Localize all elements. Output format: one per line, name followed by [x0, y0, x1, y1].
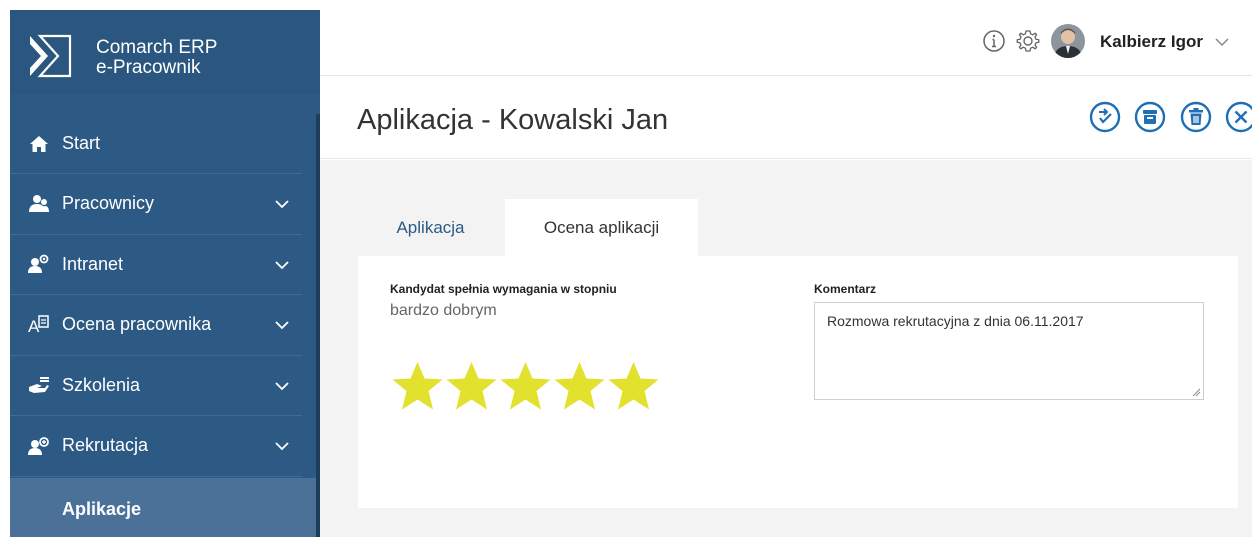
svg-text:A: A [28, 317, 40, 336]
avatar[interactable] [1051, 24, 1085, 58]
sidebar-item-rekrutacja[interactable]: Rekrutacja [10, 416, 302, 477]
chevron-down-icon [275, 260, 289, 269]
comment-textarea[interactable]: Rozmowa rekrutacyjna z dnia 06.11.2017 [814, 302, 1204, 400]
comment-label: Komentarz [814, 282, 877, 296]
sidebar-item-start[interactable]: Start [10, 114, 302, 174]
sidebar-item-label: Szkolenia [62, 374, 141, 395]
top-bar: Kalbierz Igor [320, 10, 1252, 76]
chevron-down-icon [275, 321, 289, 330]
requirement-label: Kandydat spełnia wymagania w stopniu [390, 282, 617, 296]
gear-icon[interactable] [1016, 29, 1040, 53]
send-button[interactable] [1089, 101, 1121, 133]
sidebar-item-intranet[interactable]: Intranet [10, 235, 302, 295]
recruitment-icon [28, 435, 50, 457]
close-button[interactable] [1225, 101, 1252, 133]
tab-ocena-aplikacji[interactable]: Ocena aplikacji [505, 199, 698, 256]
sidebar-subitem-aplikacje[interactable]: Aplikacje [10, 478, 316, 537]
evaluation-icon: A [28, 314, 50, 336]
page-title: Aplikacja - Kowalski Jan [357, 104, 669, 136]
grade-value: bardzo dobrym [390, 302, 497, 319]
intranet-icon [28, 253, 50, 275]
people-icon [28, 193, 50, 215]
star-filled-icon[interactable] [606, 360, 661, 412]
sidebar-item-pracownicy[interactable]: Pracownicy [10, 174, 302, 235]
archive-button[interactable] [1134, 101, 1166, 133]
star-filled-icon[interactable] [498, 360, 553, 412]
delete-button[interactable] [1180, 101, 1212, 133]
star-filled-icon[interactable] [444, 360, 499, 412]
chevron-down-icon [275, 442, 289, 451]
chevron-down-icon [275, 200, 289, 209]
brand[interactable]: Comarch ERP e-Pracownik [10, 10, 320, 94]
star-filled-icon[interactable] [552, 360, 607, 412]
chevron-down-icon [275, 381, 289, 390]
sidebar-item-label: Intranet [62, 253, 124, 274]
chevron-down-icon[interactable] [1214, 34, 1230, 50]
tab-aplikacja[interactable]: Aplikacja [358, 199, 503, 256]
star-filled-icon[interactable] [390, 360, 445, 412]
home-icon [28, 133, 50, 155]
content-area: Aplikacja Ocena aplikacji Kandydat spełn… [320, 160, 1252, 537]
sidebar-item-label: Rekrutacja [62, 435, 149, 456]
training-icon [28, 374, 50, 396]
info-icon[interactable] [982, 29, 1006, 53]
sidebar-subitem-label: Aplikacje [62, 498, 142, 519]
page-header: Aplikacja - Kowalski Jan [320, 77, 1252, 159]
resize-handle-icon[interactable] [1191, 387, 1201, 397]
user-name[interactable]: Kalbierz Igor [1100, 32, 1203, 52]
brand-line2: e-Pracownik [96, 57, 201, 78]
sidebar-item-szkolenia[interactable]: Szkolenia [10, 356, 302, 416]
sidebar-item-ocena-pracownika[interactable]: A Ocena pracownika [10, 295, 302, 356]
comarch-logo-icon [30, 34, 72, 78]
sidebar-item-label: Start [62, 133, 101, 153]
sidebar-item-label: Pracownicy [62, 193, 155, 214]
star-rating[interactable] [390, 360, 660, 412]
sidebar-item-label: Ocena pracownika [62, 314, 212, 335]
comment-text: Rozmowa rekrutacyjna z dnia 06.11.2017 [827, 313, 1084, 329]
sidebar-nav: Start Pracownicy Intranet A Ocena pracow… [10, 114, 316, 477]
brand-line1: Comarch ERP [96, 37, 218, 58]
sidebar: Comarch ERP e-Pracownik Start Pracownicy… [10, 10, 320, 537]
evaluation-panel: Kandydat spełnia wymagania w stopniu bar… [358, 256, 1238, 508]
